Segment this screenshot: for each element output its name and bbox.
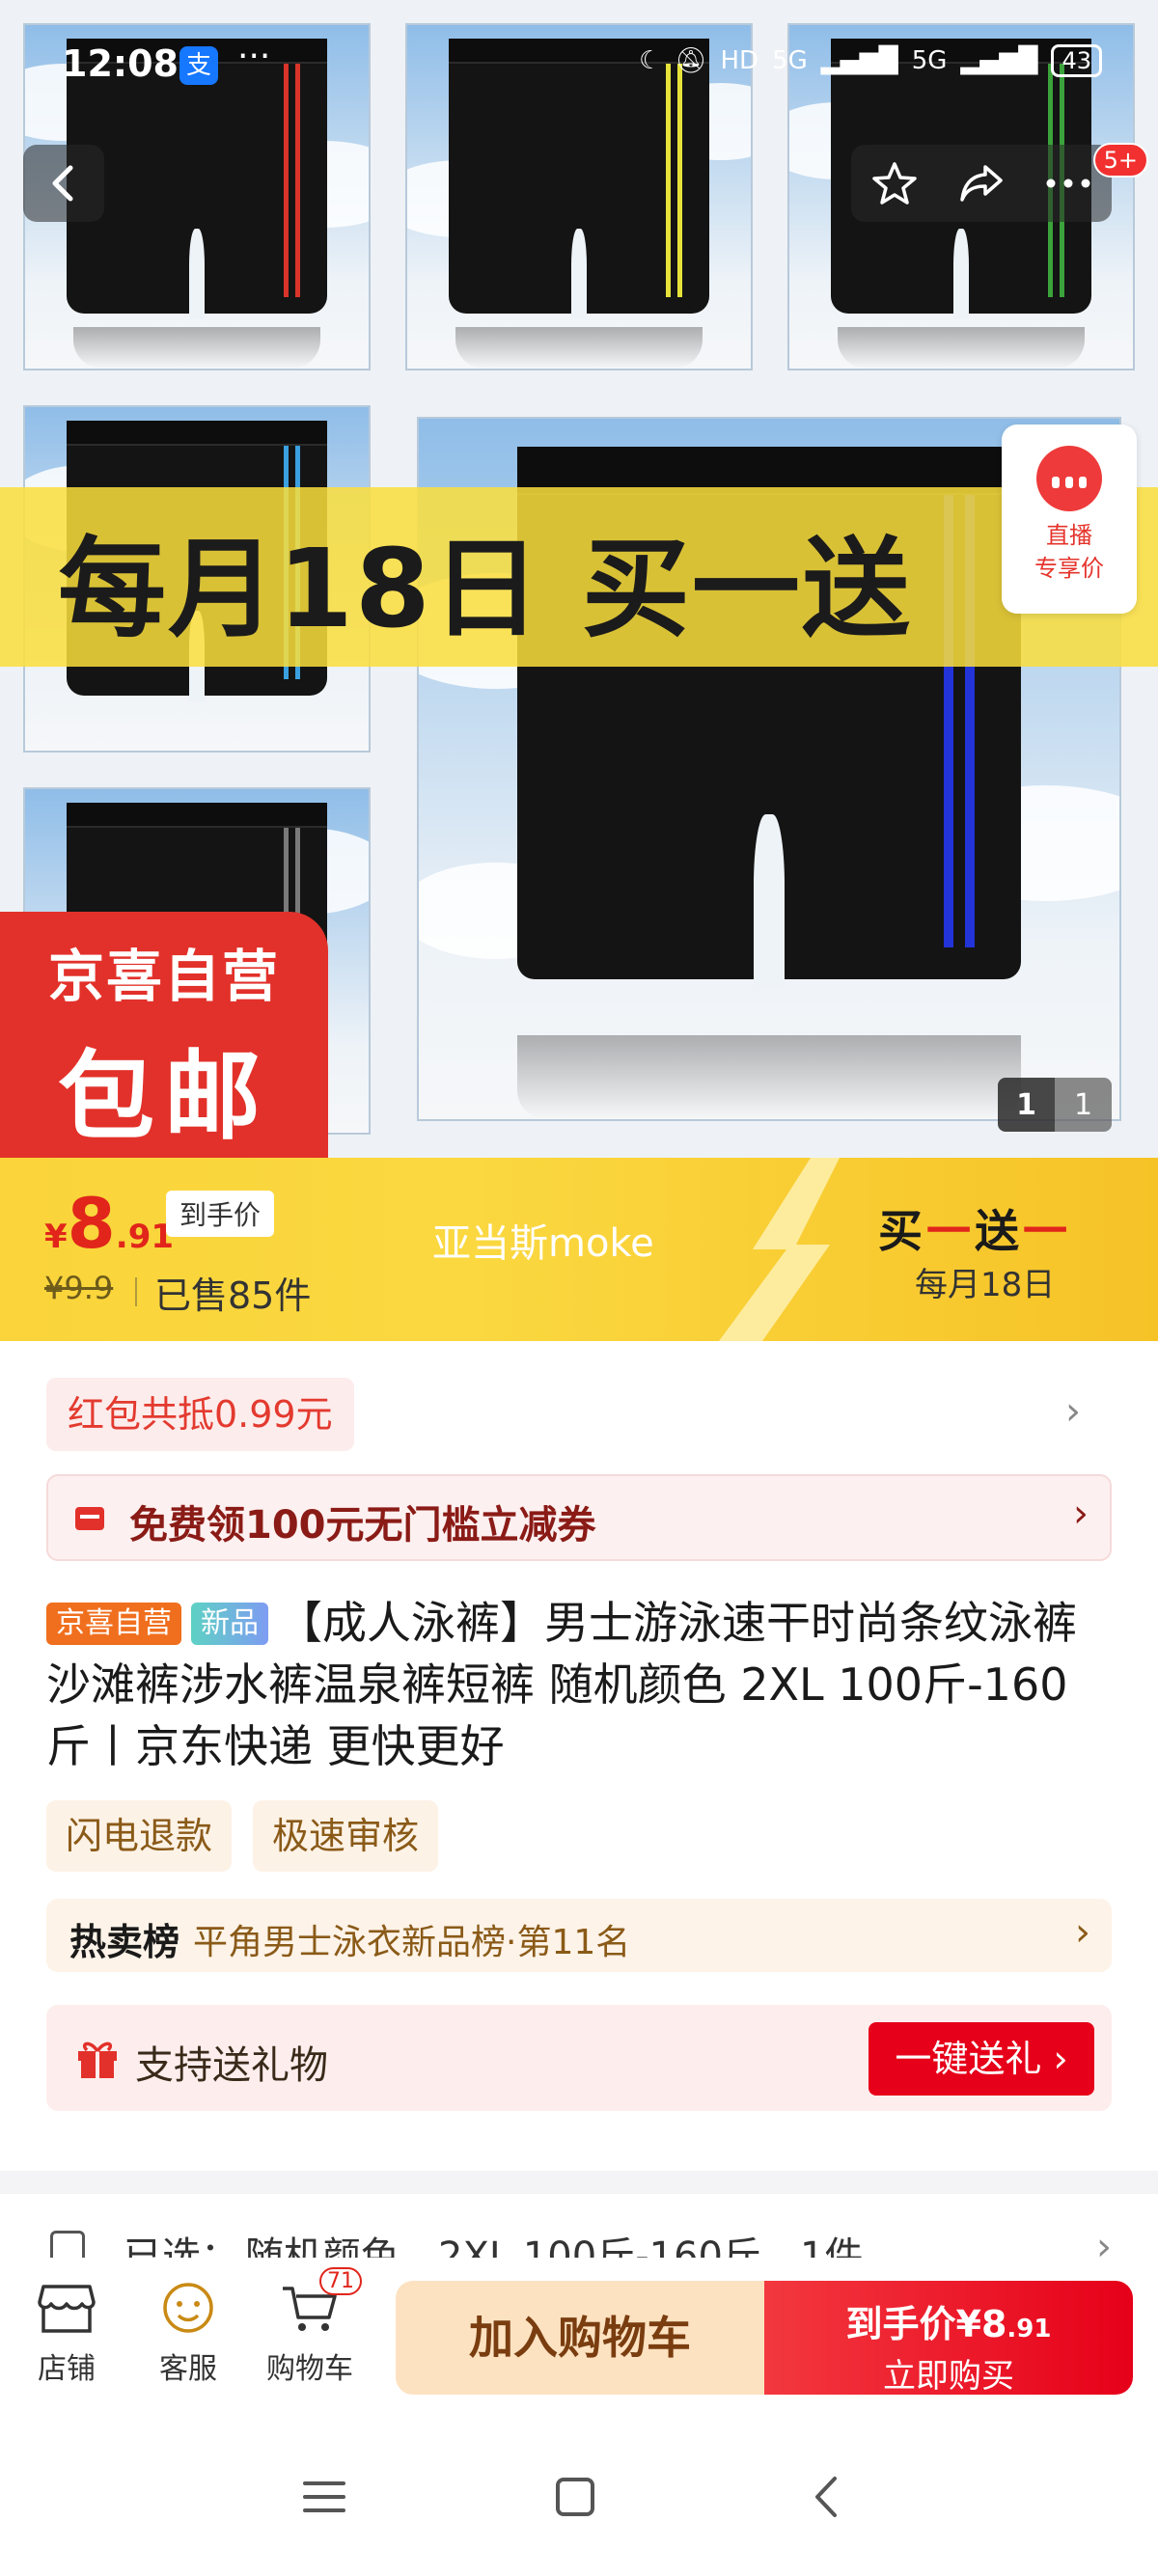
cart-button[interactable]: 71 购物车 [257,2267,363,2387]
cart-label: 购物车 [266,2352,353,2386]
buy-now-label: 立即购买 [883,2357,1014,2396]
service-tag-review: 极速审核 [253,1800,439,1872]
promo-buy-one-get-one: 买一送一 [878,1196,1071,1260]
chevron-right-icon: › [1075,1910,1090,1955]
lightning-icon [719,1158,840,1341]
sold-count: 已售85件 [154,1274,312,1317]
buy-now-button[interactable]: 到手价¥8.91 立即购买 [764,2281,1133,2396]
star-icon [872,162,917,205]
signal-bars-icon: ▂▄▆█ [960,46,1038,75]
status-right: ☾ 🔕︎ HD 5G ▂▄▆█ 5G ▂▄▆█ 43 [639,44,1102,77]
favorite-button[interactable] [866,154,924,212]
signal-bars-icon: ▂▄▆█ [820,46,898,75]
system-back-button[interactable] [797,2468,855,2526]
signal-5g-2: 5G [911,46,948,75]
promo-one: 一 [1023,1205,1071,1257]
divider [135,1277,137,1306]
status-time: 12:08 [62,42,179,85]
buy-price-label: 到手价 [845,2303,956,2345]
promo-date: 每月18日 [915,1266,1056,1304]
live-icon [1036,446,1102,511]
promo-buy: 买 [878,1205,926,1257]
system-navigation-bar [0,2402,1158,2576]
hot-rank-row[interactable]: 热卖榜 平角男士泳衣新品榜·第11名 › [46,1899,1112,1972]
chevron-right-icon: › [1073,1492,1089,1536]
customer-service-button[interactable]: 客服 [135,2281,241,2387]
chevron-right-icon[interactable]: › [1065,1389,1081,1434]
current-price: ¥8.91 [44,1183,174,1264]
bottom-action-bar: 店铺 客服 71 购物车 加入购物车 到手价¥8.91 立即购买 [0,2258,1158,2402]
service-tag-refund: 闪电退款 [46,1800,233,1872]
price-symbol: ¥ [44,1218,68,1256]
customer-service-label: 客服 [159,2352,217,2386]
jingxi-label: 京喜自营 [47,944,280,1009]
buy-price-line: 到手价¥8.91 [764,2294,1133,2347]
more-notifications-icon: ··· [237,37,271,76]
cart-count-badge: 71 [319,2267,362,2295]
rank-heading: 热卖榜 [69,1921,180,1963]
price-integer: 8 [67,1183,116,1264]
promo-give: 送 [975,1205,1023,1257]
free-shipping-label: 包邮 [58,1040,270,1153]
live-price-badge[interactable]: 直播 专享价 [1002,425,1137,614]
battery-icon: 43 [1051,44,1102,77]
shop-button[interactable]: 店铺 [14,2281,120,2387]
coupon-icon [75,1507,104,1530]
message-badge: 5+ [1092,143,1148,178]
promo-banner-text: 每月18日 买一送 [58,527,912,652]
live-label-2: 专享价 [1034,555,1104,582]
moon-icon: ☾ [639,46,662,75]
more-icon [1046,178,1090,188]
original-price: ¥9.9 [44,1270,114,1306]
shop-icon [36,2281,97,2337]
product-detail-page: 每月18日 买一送 直播 专享价 京喜自营 包邮 1 1 12:08 支 ···… [0,0,1158,2576]
promo-one: 一 [926,1205,975,1257]
add-to-cart-button[interactable]: 加入购物车 [396,2281,764,2395]
coupon-banner[interactable]: 免费领100元无门槛立减券 › [46,1474,1112,1561]
alipay-icon: 支 [179,46,218,85]
back-arrow-icon [815,2477,837,2517]
send-gift-button[interactable]: 一键送礼 › [868,2022,1094,2096]
jingxi-tag: 京喜自营 [46,1603,181,1645]
home-square-icon [556,2478,594,2516]
buy-price-value: ¥8 [955,2303,1007,2345]
new-tag: 新品 [191,1603,268,1645]
red-packet-discount[interactable]: 红包共抵0.99元 [46,1378,354,1451]
coupon-text: 免费领100元无门槛立减券 [129,1503,596,1548]
price-bar: ¥8.91 到手价 ¥9.9 已售85件 亚当斯moke 买一送一 每月18日 [0,1158,1158,1341]
chevron-left-icon [52,165,73,202]
product-image-gallery[interactable]: 每月18日 买一送 直播 专享价 京喜自营 包邮 1 1 12:08 支 ···… [0,0,1158,1158]
customer-service-icon [157,2281,219,2337]
gift-text: 支持送礼物 [135,2043,328,2088]
share-icon [960,165,1003,202]
shop-name: 亚当斯moke [432,1221,654,1266]
top-actions [851,145,1112,222]
share-button[interactable] [952,154,1010,212]
send-gift-label: 一键送礼 [895,2038,1042,2080]
shop-label: 店铺 [38,2352,96,2386]
more-button[interactable] [1039,154,1097,212]
arrival-price-tag: 到手价 [166,1191,275,1237]
cart-icon: 71 [279,2267,362,2337]
section-divider [0,2171,1158,2194]
image-page-indicator: 1 1 [998,1078,1112,1132]
status-bar: 12:08 支 ··· ☾ 🔕︎ HD 5G ▂▄▆█ 5G ▂▄▆█ 43 [0,0,1158,125]
page-total: 1 [1055,1078,1112,1132]
home-button[interactable] [546,2468,604,2526]
gift-row: 支持送礼物 一键送礼 › [46,2005,1112,2111]
price-decimal: .91 [115,1218,175,1256]
buy-price-decimal: .91 [1006,2315,1052,2343]
rank-detail: 平角男士泳衣新品榜·第11名 [193,1923,631,1962]
jingxi-corner-badge: 京喜自营 包邮 [0,912,328,1158]
page-current: 1 [998,1078,1055,1132]
menu-icon [303,2481,345,2512]
signal-5g-1: 5G [772,46,808,75]
hd-icon: HD [720,46,759,75]
menu-button[interactable] [295,2468,353,2526]
gift-icon [78,2042,117,2078]
live-label-1: 直播 [1046,522,1092,549]
mute-icon: 🔕︎ [675,46,707,75]
back-button[interactable] [23,145,104,222]
product-title: 京喜自营 新品 【成人泳裤】男士游泳速干时尚条纹泳裤沙滩裤涉水裤温泉裤短裤 随机颜色… [46,1592,1112,1777]
